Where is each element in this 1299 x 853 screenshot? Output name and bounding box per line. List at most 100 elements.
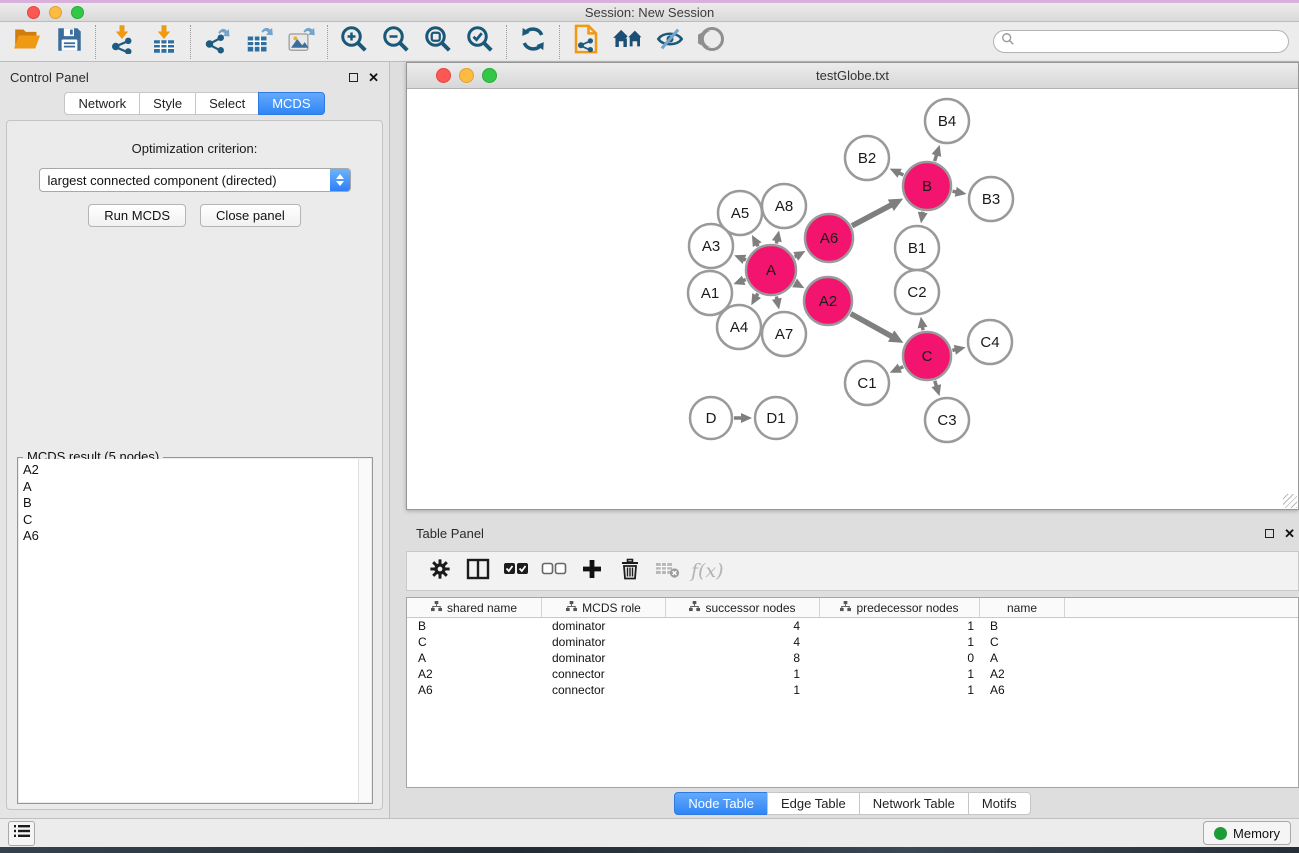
graph-edge-A-A4[interactable] xyxy=(751,293,761,305)
graph-node-A4[interactable]: A4 xyxy=(717,305,761,349)
zoom-selected-button[interactable] xyxy=(459,25,501,59)
column-header-predecessor-nodes[interactable]: predecessor nodes xyxy=(820,598,980,617)
graph-node-C2[interactable]: C2 xyxy=(895,270,939,314)
tab-style[interactable]: Style xyxy=(139,92,196,115)
graph-edge-A2-C[interactable] xyxy=(851,314,904,343)
tab-motifs[interactable]: Motifs xyxy=(968,792,1031,815)
home-button[interactable] xyxy=(607,25,649,59)
show-details-button[interactable] xyxy=(691,25,733,59)
tab-mcds[interactable]: MCDS xyxy=(258,92,324,115)
zoom-fit-button[interactable] xyxy=(417,25,459,59)
tab-edge-table[interactable]: Edge Table xyxy=(767,792,860,815)
table-row[interactable]: Bdominator41B xyxy=(407,618,1298,634)
mcds-result-list[interactable]: A2ABCA6 xyxy=(19,459,371,802)
run-mcds-button[interactable]: Run MCDS xyxy=(88,204,186,227)
graph-edge-A-A7[interactable] xyxy=(772,296,782,309)
graph-node-C1[interactable]: C1 xyxy=(845,361,889,405)
select-all-button[interactable] xyxy=(497,554,535,588)
graph-node-A7[interactable]: A7 xyxy=(762,312,806,356)
function-builder-button[interactable]: f(x) xyxy=(691,560,724,582)
table-row[interactable]: Cdominator41C xyxy=(407,634,1298,650)
column-header-name[interactable]: name xyxy=(980,598,1065,617)
close-panel-button[interactable]: Close panel xyxy=(200,204,301,227)
graph-node-B2[interactable]: B2 xyxy=(845,136,889,180)
memory-button[interactable]: Memory xyxy=(1203,821,1291,845)
column-selector-button[interactable] xyxy=(459,554,497,588)
zoom-out-button[interactable] xyxy=(375,25,417,59)
graph-edge-B-B3[interactable] xyxy=(952,187,966,197)
task-history-button[interactable] xyxy=(8,821,35,846)
network-file-button[interactable] xyxy=(565,25,607,59)
deselect-all-button[interactable] xyxy=(535,554,573,588)
graph-edge-C-C3[interactable] xyxy=(931,381,941,396)
tab-network-table[interactable]: Network Table xyxy=(859,792,969,815)
network-graph[interactable]: B4B2BB3A8A5A6A3B1AC2A1A2A4A7C4CC1DD1C3 xyxy=(407,89,1298,508)
graph-edge-C-C4[interactable] xyxy=(952,345,965,355)
graph-node-B[interactable]: B xyxy=(903,162,951,210)
import-table-button[interactable] xyxy=(143,25,185,59)
graph-node-B4[interactable]: B4 xyxy=(925,99,969,143)
export-table-button[interactable] xyxy=(238,25,280,59)
result-list-scrollbar[interactable] xyxy=(358,459,371,802)
tab-node-table[interactable]: Node Table xyxy=(674,792,768,815)
graph-edge-B-B2[interactable] xyxy=(890,169,904,178)
graph-node-B3[interactable]: B3 xyxy=(969,177,1013,221)
table-row[interactable]: Adominator80A xyxy=(407,650,1298,666)
float-panel-icon[interactable] xyxy=(349,73,358,82)
graph-edge-C-C1[interactable] xyxy=(890,364,903,373)
graph-node-A8[interactable]: A8 xyxy=(762,184,806,228)
apply-layout-button[interactable] xyxy=(512,25,554,59)
import-network-button[interactable] xyxy=(101,25,143,59)
graph-node-D[interactable]: D xyxy=(690,397,732,439)
graph-node-C4[interactable]: C4 xyxy=(968,320,1012,364)
network-canvas[interactable]: B4B2BB3A8A5A6A3B1AC2A1A2A4A7C4CC1DD1C3 xyxy=(407,89,1298,508)
table-row[interactable]: A2connector11A2 xyxy=(407,666,1298,682)
add-column-button[interactable] xyxy=(573,554,611,588)
column-header-mcds-role[interactable]: MCDS role xyxy=(542,598,666,617)
resize-grip[interactable] xyxy=(1283,494,1297,508)
save-session-button[interactable] xyxy=(48,25,90,59)
graph-edge-A-A3[interactable] xyxy=(734,255,746,264)
column-header-shared-name[interactable]: shared name xyxy=(407,598,542,617)
graph-edge-A-A5[interactable] xyxy=(752,235,762,247)
tab-select[interactable]: Select xyxy=(195,92,259,115)
export-image-button[interactable] xyxy=(280,25,322,59)
result-item[interactable]: B xyxy=(23,495,371,512)
graph-edge-C-C2[interactable] xyxy=(918,317,928,331)
float-panel-icon[interactable] xyxy=(1265,529,1274,538)
graph-edge-D-D1[interactable] xyxy=(734,413,752,423)
graph-edge-B-B4[interactable] xyxy=(932,145,942,161)
graph-edge-A6-B[interactable] xyxy=(852,199,903,226)
result-item[interactable]: A2 xyxy=(23,462,371,479)
result-item[interactable]: A6 xyxy=(23,528,371,545)
graph-node-A3[interactable]: A3 xyxy=(689,224,733,268)
graph-node-D1[interactable]: D1 xyxy=(755,397,797,439)
result-item[interactable]: A xyxy=(23,479,371,496)
export-network-button[interactable] xyxy=(196,25,238,59)
graph-node-A6[interactable]: A6 xyxy=(805,214,853,262)
hide-details-button[interactable] xyxy=(649,25,691,59)
graph-edge-A-A1[interactable] xyxy=(733,276,745,285)
delete-column-button[interactable] xyxy=(611,554,649,588)
result-item[interactable]: C xyxy=(23,512,371,529)
graph-node-B1[interactable]: B1 xyxy=(895,226,939,270)
graph-node-A[interactable]: A xyxy=(746,245,796,295)
graph-edge-A-A6[interactable] xyxy=(793,251,805,261)
delete-table-button[interactable] xyxy=(649,554,687,588)
graph-node-C3[interactable]: C3 xyxy=(925,398,969,442)
graph-edge-A-A8[interactable] xyxy=(772,230,782,243)
open-session-button[interactable] xyxy=(6,25,48,59)
search-field[interactable] xyxy=(993,30,1289,53)
graph-edge-B-B1[interactable] xyxy=(918,212,928,224)
close-panel-icon[interactable]: ✕ xyxy=(368,71,379,84)
table-settings-button[interactable] xyxy=(421,554,459,588)
table-row[interactable]: A6connector11A6 xyxy=(407,682,1298,698)
search-input[interactable] xyxy=(1015,34,1281,50)
graph-node-C[interactable]: C xyxy=(903,332,951,380)
zoom-in-button[interactable] xyxy=(333,25,375,59)
tab-network[interactable]: Network xyxy=(64,92,140,115)
close-panel-icon[interactable]: ✕ xyxy=(1284,527,1295,540)
criterion-dropdown[interactable]: largest connected component (directed) xyxy=(39,168,351,192)
column-header-successor-nodes[interactable]: successor nodes xyxy=(666,598,820,617)
graph-node-A2[interactable]: A2 xyxy=(804,277,852,325)
